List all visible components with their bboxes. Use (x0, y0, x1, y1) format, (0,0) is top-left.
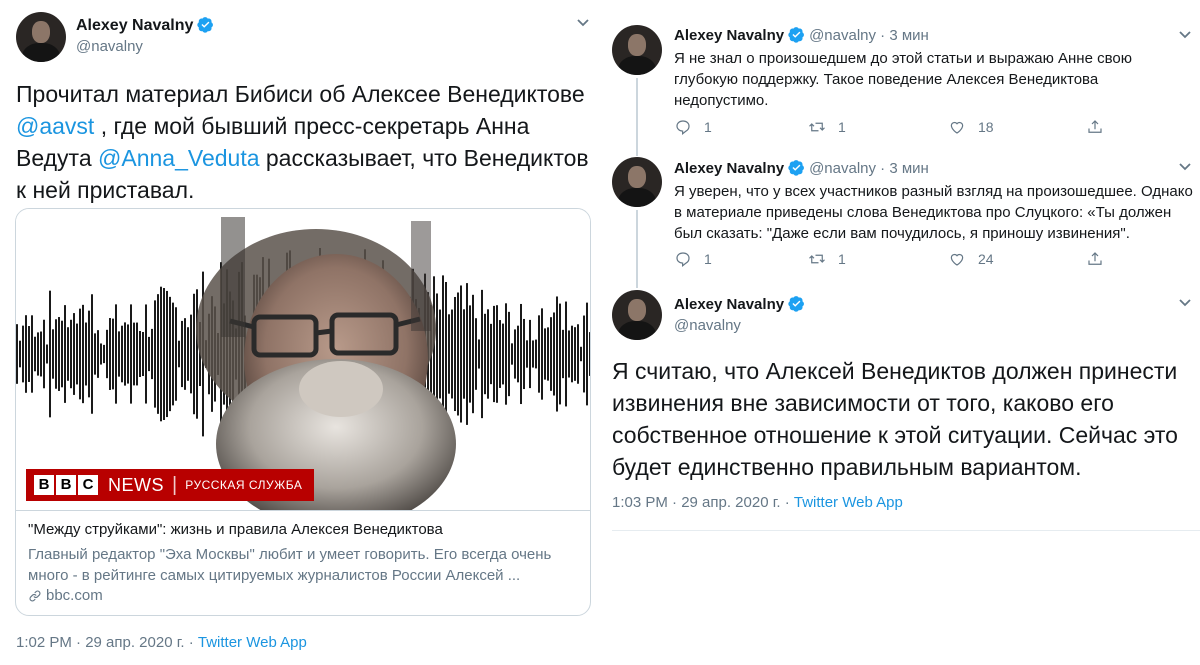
chevron-down-icon[interactable] (576, 18, 590, 28)
verified-badge-icon (788, 27, 805, 43)
share-button[interactable] (1086, 118, 1116, 136)
card-description: Главный редактор "Эха Москвы" любит и ум… (28, 546, 552, 584)
main-tweet-left: Alexey Navalny @navalny Прочитал материа… (0, 0, 604, 665)
verified-badge-icon (788, 296, 805, 312)
bbc-news-label: NEWS (108, 474, 164, 495)
retweet-button[interactable]: 1 (808, 250, 846, 268)
author-handle[interactable]: @navalny · 3 мин (809, 160, 929, 177)
reply-header: Alexey Navalny @navalny · 3 мин (674, 159, 929, 177)
reply-text: Я не знал о произошедшем до этой статьи … (674, 50, 1132, 109)
bbc-letter: B (34, 475, 54, 495)
reply-button[interactable]: 1 (674, 118, 712, 136)
reply-icon (676, 120, 690, 135)
bbc-news-logo: BBC NEWS | РУССКАЯ СЛУЖБА (26, 469, 314, 501)
card-domain-text[interactable]: bbc.com (46, 587, 103, 604)
mention-link-aavst[interactable]: @aavst (16, 113, 94, 139)
link-preview-card[interactable]: BBC NEWS | РУССКАЯ СЛУЖБА "Между струйка… (15, 208, 591, 616)
reply-count: 1 (704, 251, 712, 267)
card-image[interactable]: BBC NEWS | РУССКАЯ СЛУЖБА (16, 209, 590, 511)
timestamp-text[interactable]: 1:02 PM · 29 апр. 2020 г. · (16, 634, 198, 651)
tweet-actions: 1 1 18 (674, 118, 1104, 138)
reply-icon (676, 252, 690, 267)
author-name[interactable]: Alexey Navalny (674, 27, 784, 44)
divider (612, 530, 1200, 531)
share-button[interactable] (1086, 250, 1116, 268)
avatar[interactable] (16, 12, 66, 62)
share-icon (1088, 120, 1102, 133)
thread-connector (636, 210, 638, 288)
link-icon (29, 590, 41, 601)
retweet-icon (809, 254, 825, 264)
like-button[interactable]: 18 (948, 118, 994, 136)
like-button[interactable]: 24 (948, 250, 994, 268)
bbc-letter: B (56, 475, 76, 495)
avatar[interactable] (612, 157, 662, 207)
timestamp-text[interactable]: 1:03 PM · 29 апр. 2020 г. · (612, 494, 794, 511)
avatar[interactable] (612, 290, 662, 340)
like-count: 24 (978, 251, 994, 267)
reply-count: 1 (704, 119, 712, 135)
author-name[interactable]: Alexey Navalny (674, 160, 784, 177)
retweet-icon (809, 122, 825, 132)
tweet-header: Alexey Navalny (674, 295, 805, 313)
author-handle[interactable]: @navalny (76, 38, 143, 55)
panel-divider (604, 0, 612, 665)
author-handle[interactable]: @navalny (674, 317, 741, 334)
tweet-timestamp: 1:02 PM · 29 апр. 2020 г. · Twitter Web … (16, 634, 307, 651)
bbc-service-label: РУССКАЯ СЛУЖБА (185, 478, 303, 492)
card-title[interactable]: "Между струйками": жизнь и правила Алекс… (28, 521, 443, 538)
like-icon (950, 121, 964, 134)
mention-link-anna-veduta[interactable]: @Anna_Veduta (98, 145, 259, 171)
main-tweet-text: Я считаю, что Алексей Венедиктов должен … (612, 358, 1178, 480)
reply-button[interactable]: 1 (674, 250, 712, 268)
source-app-link[interactable]: Twitter Web App (794, 494, 903, 511)
chevron-down-icon[interactable] (1178, 162, 1192, 172)
retweet-count: 1 (838, 119, 846, 135)
retweet-button[interactable]: 1 (808, 118, 846, 136)
tweet-actions: 1 1 24 (674, 250, 1104, 270)
avatar[interactable] (612, 25, 662, 75)
tweet-text: Прочитал материал Бибиси об Алексее Вене… (16, 78, 596, 206)
verified-badge-icon (788, 160, 805, 176)
retweet-count: 1 (838, 251, 846, 267)
like-icon (950, 253, 964, 266)
bbc-letter: C (78, 475, 98, 495)
portrait-photo (196, 217, 456, 510)
verified-badge-icon (197, 17, 214, 33)
chevron-down-icon[interactable] (1178, 298, 1192, 308)
tweet-thread-right: Alexey Navalny @navalny · 3 мин Я не знал… (612, 0, 1200, 665)
like-count: 18 (978, 119, 994, 135)
chevron-down-icon[interactable] (1178, 30, 1192, 40)
reply-header: Alexey Navalny @navalny · 3 мин (674, 26, 929, 44)
author-handle[interactable]: @navalny · 3 мин (809, 27, 929, 44)
author-name[interactable]: Alexey Navalny (674, 296, 784, 313)
tweet-text-part: Прочитал материал Бибиси об Алексее Вене… (16, 81, 585, 107)
tweet-timestamp: 1:03 PM · 29 апр. 2020 г. · Twitter Web … (612, 494, 903, 511)
thread-connector (636, 78, 638, 156)
author-name-text[interactable]: Alexey Navalny (76, 17, 193, 34)
author-name[interactable]: Alexey Navalny (76, 16, 214, 35)
reply-text: Я уверен, что у всех участников разный в… (674, 183, 1193, 242)
source-app-link[interactable]: Twitter Web App (198, 634, 307, 651)
bbc-separator: | (172, 473, 178, 496)
share-icon (1088, 252, 1102, 265)
card-domain[interactable]: bbc.com (28, 587, 103, 604)
